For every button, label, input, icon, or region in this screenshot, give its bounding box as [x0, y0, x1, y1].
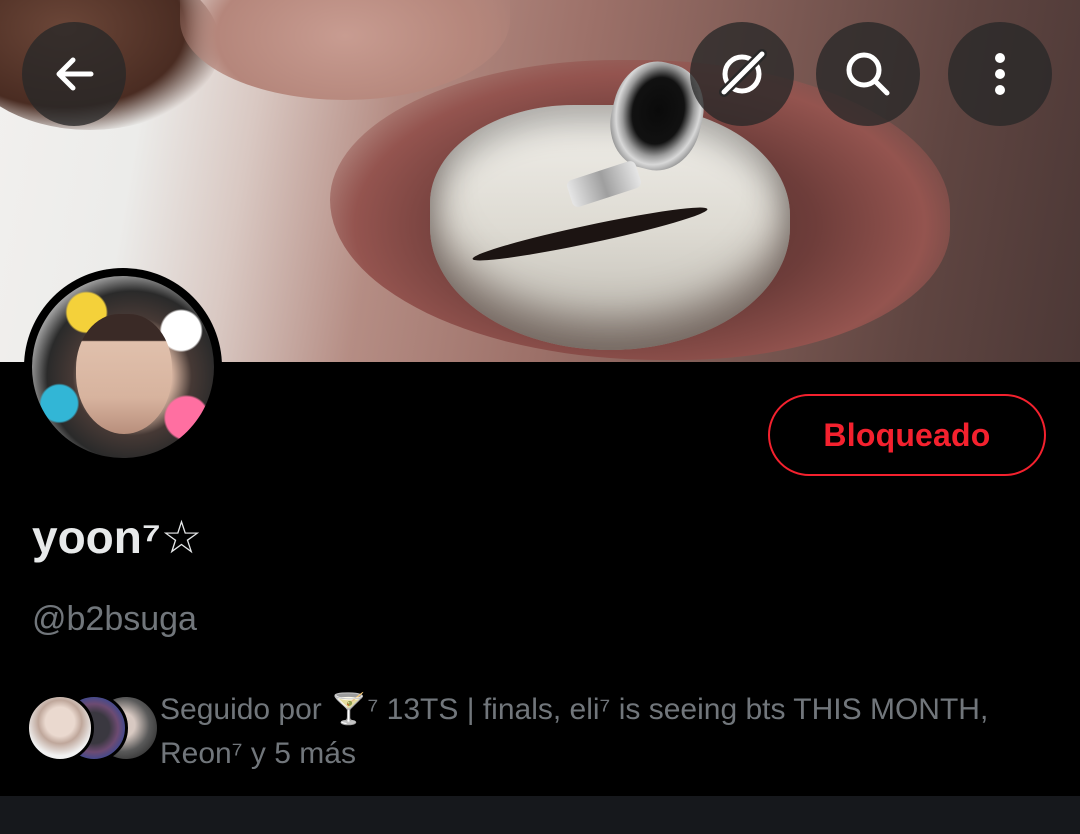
more-vertical-icon: [995, 53, 1005, 95]
profile-handle: @b2bsuga: [32, 600, 197, 638]
follower-avatar: [26, 694, 94, 762]
more-options-button[interactable]: [948, 22, 1052, 126]
search-button[interactable]: [816, 22, 920, 126]
tab-bar-edge: [0, 796, 1080, 834]
grok-button[interactable]: [690, 22, 794, 126]
search-icon: [846, 52, 890, 96]
followers-you-know-avatars[interactable]: [26, 694, 160, 762]
profile-avatar[interactable]: [24, 268, 222, 466]
profile-display-name: yoon⁷☆: [32, 511, 203, 563]
grok-slash-icon: [719, 49, 767, 97]
blocked-button[interactable]: Bloqueado: [768, 394, 1046, 476]
avatar-face: [76, 314, 172, 434]
arrow-left-icon: [56, 57, 94, 91]
followed-by-text[interactable]: Seguido por 🍸⁷ 13TS | finals, eli⁷ is se…: [160, 688, 1040, 776]
avatar-image: [32, 276, 214, 458]
back-button[interactable]: [22, 22, 126, 126]
blocked-button-label: Bloqueado: [823, 416, 991, 453]
